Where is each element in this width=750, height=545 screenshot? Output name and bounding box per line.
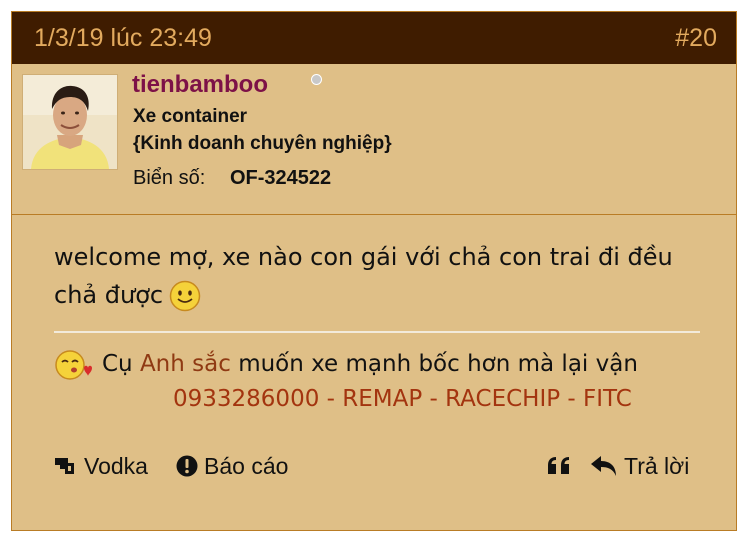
avatar[interactable]: [22, 74, 118, 170]
post-body: welcome mợ, xe nào con gái với chả con t…: [54, 238, 700, 314]
reply-button[interactable]: Trả lời: [590, 451, 689, 481]
kiss-emoji-icon: [54, 348, 96, 382]
post-actions: Vodka Báo cáo Trả lời: [54, 451, 700, 481]
reply-icon: [591, 456, 616, 476]
user-subtitle: {Kinh doanh chuyên nghiệp}: [133, 133, 392, 154]
signature-text-1: Cụ Anh sắc muốn xe mạnh bốc hơn mà lại v…: [102, 351, 638, 377]
signature: Cụ Anh sắc muốn xe mạnh bốc hơn mà lại v…: [54, 348, 700, 420]
signature-name-link[interactable]: Anh sắc: [140, 351, 231, 377]
reply-label: Trả lời: [624, 452, 690, 479]
plate-value: OF-324522: [230, 167, 332, 189]
quote-icon: [548, 457, 569, 474]
smile-emoji-icon: [169, 280, 201, 312]
signature-line-2[interactable]: 0933286000 - REMAP - RACECHIP - FITC: [173, 386, 632, 412]
username[interactable]: tienbamboo: [132, 71, 268, 99]
signature-rest: muốn xe mạnh bốc hơn mà lại vận: [238, 351, 638, 377]
user-info: tienbamboo Xe container {Kinh doanh chuy…: [12, 64, 736, 215]
vodka-button[interactable]: Vodka: [54, 451, 148, 481]
post-date[interactable]: 1/3/19 lúc 23:49: [34, 24, 212, 53]
vodka-icon: [55, 458, 74, 474]
user-title: Xe container: [133, 106, 248, 127]
plate-label: Biển số:: [133, 167, 206, 189]
avatar-image: [23, 75, 117, 169]
report-label: Báo cáo: [204, 452, 289, 479]
post-header: 1/3/19 lúc 23:49 #20: [12, 12, 736, 64]
post-container: 1/3/19 lúc 23:49 #20 tienbamboo Xe conta…: [11, 11, 737, 531]
signature-divider: [54, 331, 700, 333]
post-body-text: welcome mợ, xe nào con gái với chả con t…: [54, 243, 673, 309]
vodka-label: Vodka: [84, 452, 148, 479]
post-number[interactable]: #20: [675, 24, 717, 53]
quote-button[interactable]: [546, 451, 572, 481]
signature-prefix: Cụ: [102, 351, 133, 377]
online-status-icon: [311, 74, 322, 85]
report-button[interactable]: Báo cáo: [176, 451, 288, 481]
warning-icon: [176, 455, 198, 477]
